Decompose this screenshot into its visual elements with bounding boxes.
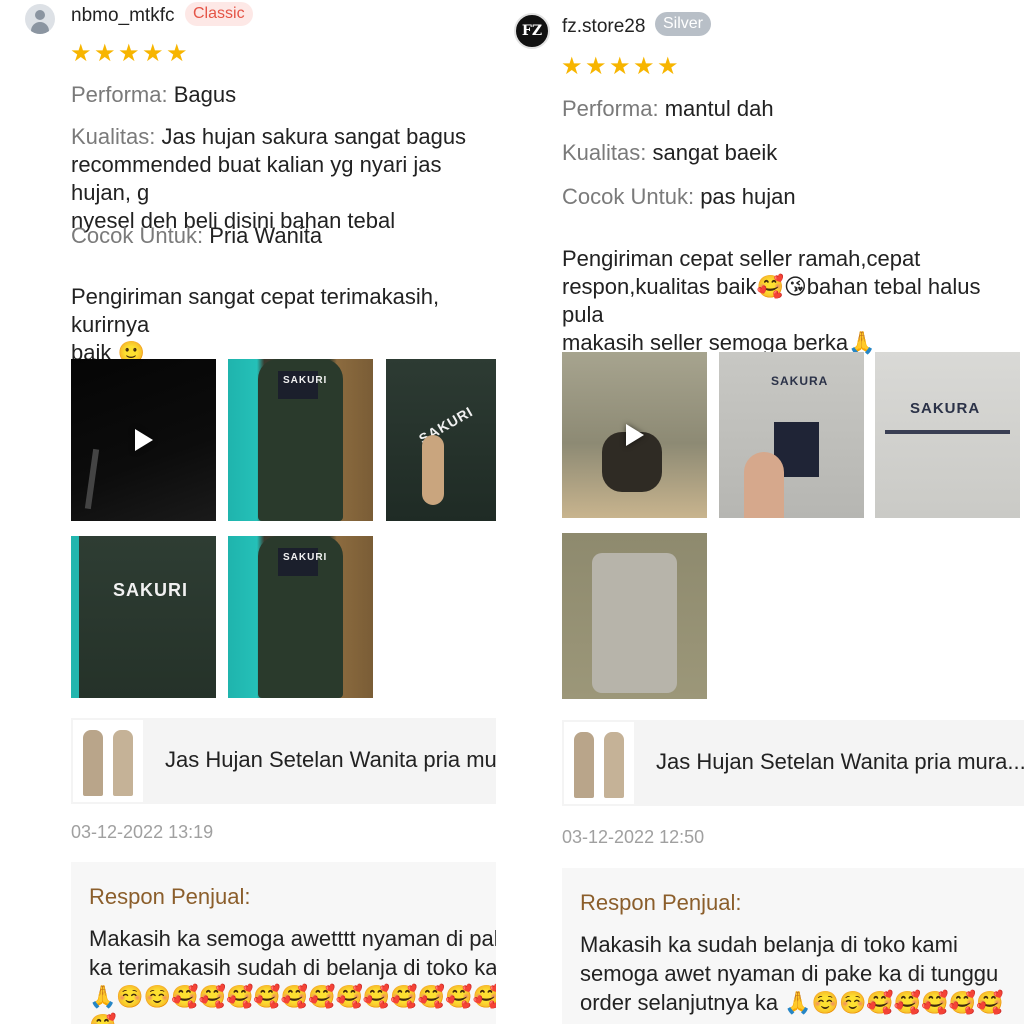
product-thumbnail	[73, 720, 143, 802]
product-name: Jas Hujan Setelan Wanita pria mura...	[656, 749, 1024, 774]
seller-reply-title: Respon Penjual:	[89, 884, 251, 909]
review-comment: Pengiriman sangat cepat terimakasih, kur…	[71, 284, 440, 365]
photo-label: SAKURI	[283, 375, 328, 386]
product-name: Jas Hujan Setelan Wanita pria mura	[165, 747, 496, 772]
attr-label: Kualitas:	[71, 124, 156, 149]
rating-stars: ★ ★ ★ ★ ★	[70, 40, 188, 67]
photo-label: SAKURI	[113, 580, 189, 600]
reviewer-username[interactable]: fz.store28	[562, 16, 645, 38]
review-date: 03-12-2022 13:19	[71, 822, 214, 842]
review-photo[interactable]: SAKURI	[71, 536, 216, 698]
play-icon	[625, 424, 644, 446]
membership-badge: Classic	[185, 2, 253, 26]
attr-value: Pria Wanita	[209, 223, 323, 248]
attr-value: mantul dah	[664, 96, 774, 121]
review-card-left: nbmo_mtkfc Classic ★ ★ ★ ★ ★ Performa: B…	[0, 0, 496, 1024]
attr-kualitas: Kualitas: sangat baeik	[562, 139, 777, 167]
star-icon: ★	[561, 53, 583, 80]
product-link[interactable]: Jas Hujan Setelan Wanita pria mura...	[562, 720, 1024, 806]
attr-label: Cocok Untuk:	[562, 184, 695, 209]
attr-kualitas: Kualitas: Jas hujan sakura sangat bagus …	[71, 123, 496, 235]
attr-performa: Performa: Bagus	[71, 81, 236, 109]
review-photo[interactable]: SAKURI	[228, 536, 373, 698]
seller-reply: Respon Penjual: Makasih ka semoga awettt…	[71, 862, 496, 1024]
star-icon: ★	[118, 40, 140, 67]
attr-label: Performa:	[71, 82, 168, 107]
review-photo[interactable]: SAKURA	[719, 352, 864, 518]
attr-value: pas hujan	[700, 184, 796, 209]
attr-cocok-untuk: Cocok Untuk: pas hujan	[562, 183, 796, 211]
attr-value: Bagus	[173, 82, 237, 107]
seller-reply-text: Makasih ka semoga awetttt nyaman di pake…	[89, 926, 496, 1024]
review-photo[interactable]	[562, 533, 707, 699]
star-icon: ★	[166, 40, 188, 67]
attr-label: Cocok Untuk:	[71, 223, 204, 248]
star-icon: ★	[633, 53, 655, 80]
play-icon	[134, 429, 153, 451]
store-avatar[interactable]: FZ	[514, 13, 550, 49]
attr-cocok-untuk: Cocok Untuk: Pria Wanita	[71, 222, 322, 250]
review-photo[interactable]: SAKURI	[228, 359, 373, 521]
review-card-right: FZ fz.store28 Silver ★ ★ ★ ★ ★ Performa:…	[508, 0, 1024, 1024]
review-video-thumb[interactable]	[562, 352, 707, 518]
review-photo[interactable]: SAKURI	[386, 359, 496, 521]
review-comment: Pengiriman cepat seller ramah,cepat resp…	[562, 246, 981, 355]
photo-label: SAKURI	[283, 552, 328, 563]
star-icon: ★	[94, 40, 116, 67]
star-icon: ★	[70, 40, 92, 67]
photo-label: SAKURA	[771, 374, 829, 388]
product-thumbnail	[564, 722, 634, 804]
product-link[interactable]: Jas Hujan Setelan Wanita pria mura	[71, 718, 496, 804]
attr-label: Kualitas:	[562, 140, 647, 165]
star-icon: ★	[609, 53, 631, 80]
review-video-thumb[interactable]	[71, 359, 216, 521]
review-photo[interactable]: SAKURA	[875, 352, 1020, 518]
review-date: 03-12-2022 12:50	[562, 827, 705, 847]
attr-value: sangat baeik	[652, 140, 778, 165]
star-icon: ★	[142, 40, 164, 67]
membership-badge: Silver	[655, 12, 712, 36]
seller-reply: Respon Penjual: Makasih ka sudah belanja…	[562, 868, 1024, 1024]
attr-performa: Performa: mantul dah	[562, 95, 774, 123]
seller-reply-text: Makasih ka sudah belanja di toko kami se…	[580, 932, 1004, 1015]
star-icon: ★	[585, 53, 607, 80]
rating-stars: ★ ★ ★ ★ ★	[561, 53, 679, 80]
reviewer-username[interactable]: nbmo_mtkfc	[71, 5, 174, 27]
seller-reply-title: Respon Penjual:	[580, 890, 742, 915]
photo-label: SAKURA	[910, 400, 981, 417]
star-icon: ★	[657, 53, 679, 80]
attr-label: Performa:	[562, 96, 659, 121]
user-avatar-icon[interactable]	[25, 4, 55, 34]
